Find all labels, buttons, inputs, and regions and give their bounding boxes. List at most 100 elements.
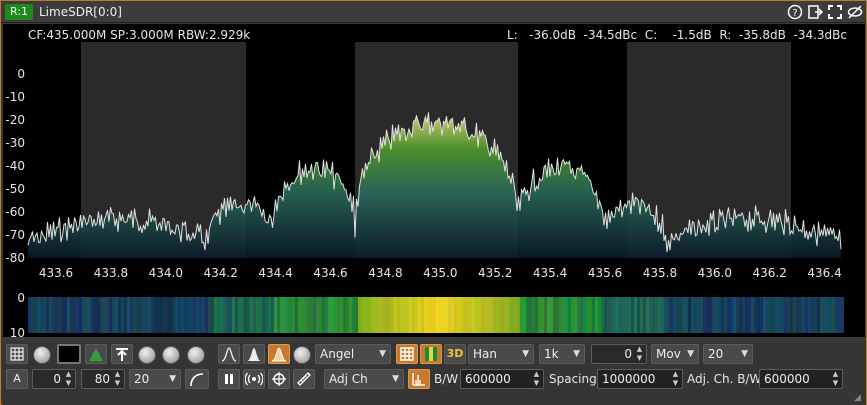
bandwidth-input[interactable]: 600000 ▲ ▼ [460, 369, 544, 389]
trace-intensity-dial[interactable] [293, 346, 311, 364]
chevron-down-icon: ▼ [741, 349, 748, 359]
waterfall-column [571, 297, 574, 333]
waterfall-column [535, 297, 538, 333]
waterfall-column [682, 297, 685, 333]
x-tick-label: 435.2 [478, 266, 512, 280]
waterfall-column [529, 297, 532, 333]
waterfall-column [538, 297, 541, 333]
spin-arrows-icon[interactable]: ▲ ▼ [830, 370, 841, 388]
max-hold-button[interactable] [111, 344, 133, 364]
x-tick-label: 436.2 [753, 266, 787, 280]
3d-spectrogram-button[interactable]: 3D [444, 344, 466, 364]
waterfall-column [556, 297, 559, 333]
hide-icon[interactable] [847, 4, 863, 20]
waterfall-column [298, 297, 301, 333]
background-color-button[interactable] [57, 344, 81, 364]
stream-badge[interactable]: R:1 [5, 4, 33, 20]
fps-spinbox[interactable]: 0 ▲ ▼ [591, 344, 647, 364]
reference-level-spinbox[interactable]: 0 ▲ ▼ [32, 369, 76, 389]
averaging-mode-select[interactable]: Mov ▼ [651, 344, 699, 364]
help-icon[interactable]: ? [787, 4, 803, 20]
waterfall-column [439, 297, 442, 333]
fill-trace-button[interactable] [85, 344, 107, 364]
grid-button[interactable] [6, 344, 28, 364]
maximize-icon[interactable] [827, 4, 843, 20]
waterfall-column [601, 297, 604, 333]
waterfall-column [574, 297, 577, 333]
broadcast-icon[interactable] [243, 369, 265, 389]
waterfall-column [505, 297, 508, 333]
waterfall-button[interactable] [420, 344, 442, 364]
waterfall-column [445, 297, 448, 333]
title-bar[interactable]: R:1 LimeSDR[0:0] ? [1, 1, 866, 23]
waterfall-column [778, 297, 781, 333]
waterfall-column [433, 297, 436, 333]
waterfall-column [406, 297, 409, 333]
spectrum-display[interactable]: 0 -10 -20 -30 -40 -50 -60 -70 -80 433.6 433.8 434.0… [3, 24, 865, 299]
measurement-select[interactable]: Adj Ch ▼ [324, 369, 404, 389]
waterfall-column [808, 297, 811, 333]
adjacent-channel-bw-input[interactable]: 600000 ▲ ▼ [759, 369, 843, 389]
chevron-down-icon: ▼ [573, 349, 580, 359]
waterfall-column [826, 297, 829, 333]
spin-arrows-icon[interactable]: ▲ ▼ [670, 370, 681, 388]
current-trace-button[interactable] [218, 344, 240, 364]
waterfall-column [676, 297, 679, 333]
spacing-input[interactable]: 1000000 ▲ ▼ [597, 369, 683, 389]
waterfall-display[interactable]: 0 10 [3, 291, 865, 340]
fft-size-value: 1k [544, 347, 559, 361]
spin-arrows-icon[interactable]: ▲ ▼ [63, 370, 74, 388]
waterfall-column [154, 297, 157, 333]
waterfall-column [694, 297, 697, 333]
waterfall-column [544, 297, 547, 333]
x-tick-label: 433.8 [94, 266, 128, 280]
detach-icon[interactable] [807, 4, 824, 20]
waterfall-column [292, 297, 295, 333]
waterfall-column [241, 297, 244, 333]
waterfall-column [460, 297, 463, 333]
linear-log-button[interactable] [185, 369, 209, 389]
spin-arrows-icon[interactable]: ▲ ▼ [531, 370, 542, 388]
filled-trace-button[interactable] [243, 344, 265, 364]
grid-intensity-dial[interactable] [33, 346, 51, 364]
waterfall-column [670, 297, 673, 333]
auto-scale-button[interactable]: A [6, 369, 28, 389]
decay-dial[interactable] [138, 346, 156, 364]
spin-arrows-icon[interactable]: ▲ ▼ [634, 345, 645, 363]
waterfall-column [49, 297, 52, 333]
waterfall-column [490, 297, 493, 333]
window-function-select[interactable]: Han ▼ [468, 344, 534, 364]
waterfall-column [829, 297, 832, 333]
waterfall-column [616, 297, 619, 333]
gradient-trace-button[interactable] [268, 344, 290, 364]
spectrogram-grid-button[interactable] [396, 344, 418, 364]
y-tick-label: 0 [17, 67, 25, 81]
waterfall-plot[interactable]: 0 10 [3, 291, 865, 340]
waterfall-column [742, 297, 745, 333]
waterfall-column [823, 297, 826, 333]
palette-select[interactable]: Angel ▼ [315, 344, 391, 364]
waterfall-column [265, 297, 268, 333]
peak-marker-button[interactable] [408, 369, 430, 389]
spectrum-plot[interactable]: 0 -10 -20 -30 -40 -50 -60 -70 -80 433.6 433.8 434.0… [3, 24, 865, 299]
pause-button[interactable] [218, 369, 240, 389]
waterfall-column [475, 297, 478, 333]
waterfall-column [547, 297, 550, 333]
persistence-select[interactable]: 20 ▼ [129, 369, 181, 389]
waterfall-column [184, 297, 187, 333]
waterfall-column [253, 297, 256, 333]
waterfall-column [208, 297, 211, 333]
decay-divisor-dial[interactable] [162, 346, 180, 364]
x-tick-label: 435.8 [643, 266, 677, 280]
averaging-value-select[interactable]: 20 ▼ [703, 344, 753, 364]
crosshair-icon[interactable] [268, 369, 290, 389]
ruler-icon[interactable] [293, 369, 315, 389]
spin-arrows-icon[interactable]: ▲ ▼ [112, 370, 123, 388]
waterfall-column [364, 297, 367, 333]
fft-size-select[interactable]: 1k ▼ [539, 344, 585, 364]
stroke-dial[interactable] [187, 346, 205, 364]
range-spinbox[interactable]: 80 ▲ ▼ [81, 369, 125, 389]
resize-grip-icon[interactable]: ◢ [854, 393, 861, 403]
waterfall-column [730, 297, 733, 333]
waterfall-column [103, 297, 106, 333]
